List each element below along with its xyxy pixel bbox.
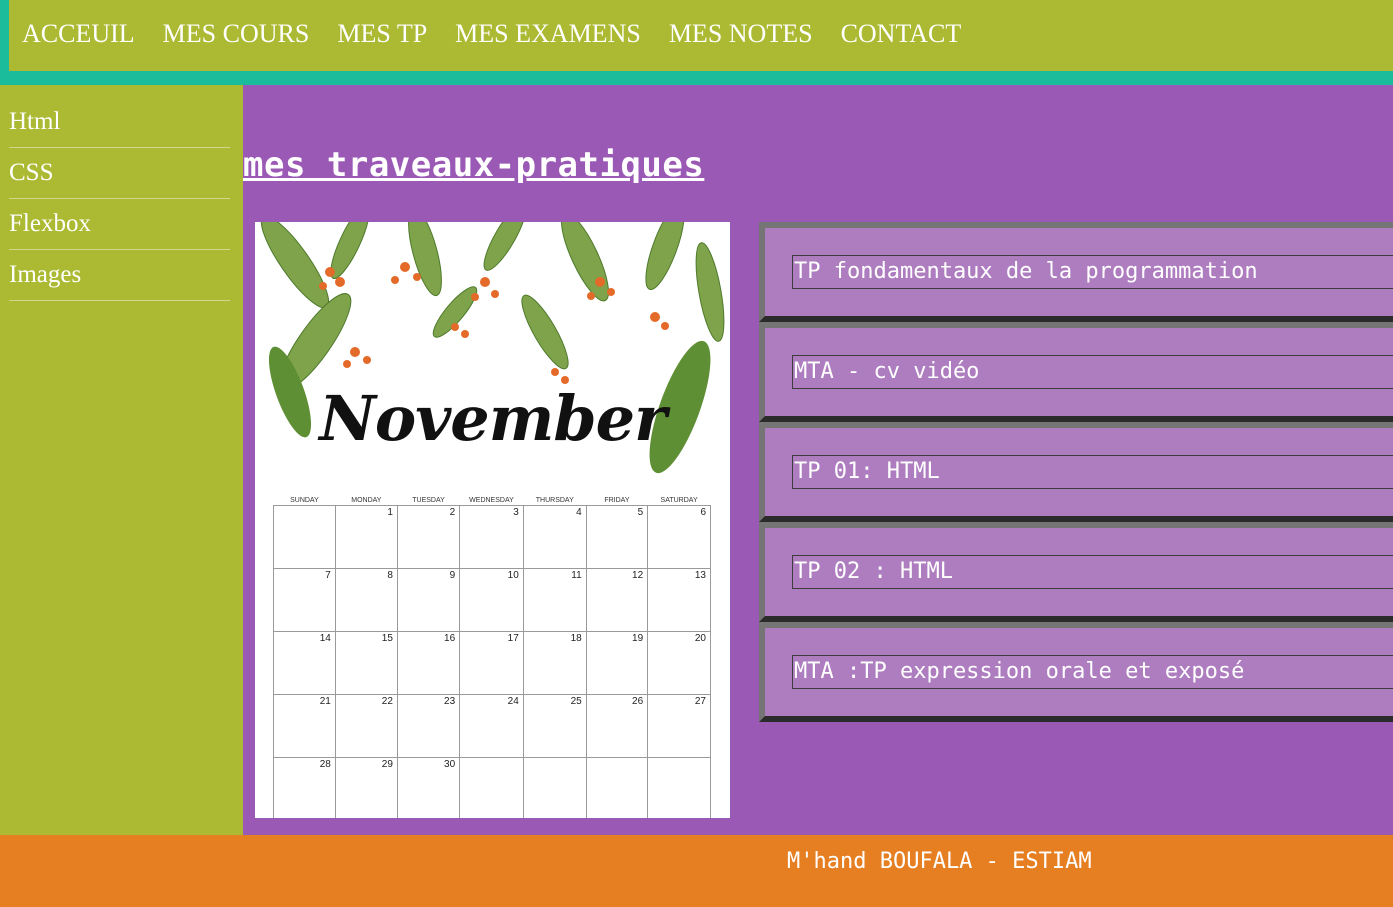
- calendar-day-cell: 28: [273, 757, 336, 818]
- weekday-label: TUESDAY: [412, 497, 445, 504]
- weekday-label: FRIDAY: [604, 497, 630, 504]
- calendar-weeks: 1 2 3 4 5 6 7 8 9 10 11 12 13 14 15 16 17 18 19 20 21 22 23 24 2…: [273, 505, 711, 818]
- nav-item-mes-notes[interactable]: MES NOTES: [669, 0, 813, 67]
- sidebar-item-flexbox[interactable]: Flexbox: [9, 199, 230, 250]
- calendar-day-cell: [585, 757, 649, 818]
- calendar-day-cell: 18: [522, 631, 587, 695]
- weekday-label: WEDNESDAY: [469, 497, 514, 504]
- tp-link-tp01-html[interactable]: TP 01: HTML: [792, 455, 1393, 489]
- nav-menu: ACCEUIL MES COURS MES TP MES EXAMENS MES…: [9, 0, 1393, 67]
- calendar-day-cell: 15: [334, 631, 398, 695]
- weekday-label: SATURDAY: [660, 497, 698, 504]
- calendar-day-cell: 30: [396, 757, 461, 818]
- calendar-day-cell: 8: [334, 568, 398, 632]
- calendar-day-cell: 7: [273, 568, 336, 632]
- calendar-day-cell: 5: [585, 505, 649, 569]
- nav-item-mes-tp[interactable]: MES TP: [337, 0, 427, 67]
- calendar-day-cell: [647, 757, 711, 818]
- calendar-image: November SUNDAY MONDAY TUESDAY WEDNESDAY…: [255, 222, 730, 818]
- calendar-month: November: [319, 382, 667, 455]
- tp-card: TP fondamentaux de la programmation: [759, 222, 1393, 322]
- calendar-week-row: 28 29 30: [273, 757, 711, 818]
- calendar-week-row: 7 8 9 10 11 12 13: [273, 568, 711, 632]
- calendar-day-cell: 29: [334, 757, 398, 818]
- calendar-day-cell: 25: [522, 694, 587, 758]
- nav-item-acceuil[interactable]: ACCEUIL: [22, 0, 135, 67]
- top-navigation-bar: ACCEUIL MES COURS MES TP MES EXAMENS MES…: [9, 0, 1393, 71]
- calendar-day-cell: 27: [647, 694, 711, 758]
- tp-card: MTA :TP expression orale et exposé: [759, 622, 1393, 722]
- tp-link-cv-video[interactable]: MTA - cv vidéo: [792, 355, 1393, 389]
- tp-link-tp02-html[interactable]: TP 02 : HTML: [792, 555, 1393, 589]
- sidebar-item-css[interactable]: CSS: [9, 148, 230, 199]
- calendar-day-cell: 17: [459, 631, 524, 695]
- calendar-day-cell: 22: [334, 694, 398, 758]
- calendar-day-cell: 3: [459, 505, 524, 569]
- calendar-day-cell: 12: [585, 568, 649, 632]
- tp-card: TP 01: HTML: [759, 422, 1393, 522]
- page-title: mes traveaux-pratiques: [243, 145, 705, 185]
- calendar-day-cell: 11: [522, 568, 587, 632]
- nav-item-mes-cours[interactable]: MES COURS: [163, 0, 310, 67]
- tp-card: MTA - cv vidéo: [759, 322, 1393, 422]
- tp-link-expression-orale[interactable]: MTA :TP expression orale et exposé: [792, 655, 1393, 689]
- footer: M'hand BOUFALA - ESTIAM: [0, 835, 1393, 907]
- calendar-day-cell: 10: [459, 568, 524, 632]
- calendar-day-cell: 24: [459, 694, 524, 758]
- calendar-day-cell: [522, 757, 587, 818]
- tp-card: TP 02 : HTML: [759, 522, 1393, 622]
- calendar-day-cell: 4: [522, 505, 587, 569]
- calendar-day-cell: 23: [396, 694, 461, 758]
- calendar-day-cell: [459, 757, 524, 818]
- calendar-day-cell: 26: [585, 694, 649, 758]
- calendar-week-row: 21 22 23 24 25 26 27: [273, 694, 711, 758]
- calendar-day-cell: [273, 505, 336, 569]
- calendar-day-cell: 9: [396, 568, 461, 632]
- tp-list: TP fondamentaux de la programmation MTA …: [759, 222, 1393, 722]
- calendar-day-cell: 21: [273, 694, 336, 758]
- calendar-day-cell: 13: [647, 568, 711, 632]
- calendar-day-cell: 2: [396, 505, 461, 569]
- calendar-day-cell: 14: [273, 631, 336, 695]
- sidebar-item-images[interactable]: Images: [9, 250, 230, 301]
- calendar-week-row: 14 15 16 17 18 19 20: [273, 631, 711, 695]
- calendar-day-cell: 19: [585, 631, 649, 695]
- calendar-day-cell: 1: [334, 505, 398, 569]
- sidebar: Html CSS Flexbox Images: [0, 85, 243, 835]
- nav-item-mes-examens[interactable]: MES EXAMENS: [455, 0, 641, 67]
- footer-credit: M'hand BOUFALA - ESTIAM: [787, 849, 1092, 874]
- tp-link-fondamentaux[interactable]: TP fondamentaux de la programmation: [792, 255, 1393, 289]
- calendar-day-cell: 20: [647, 631, 711, 695]
- weekday-label: MONDAY: [351, 497, 382, 504]
- weekday-row: SUNDAY MONDAY TUESDAY WEDNESDAY THURSDAY…: [274, 496, 711, 506]
- nav-item-contact[interactable]: CONTACT: [841, 0, 962, 67]
- calendar-day-cell: 6: [647, 505, 711, 569]
- weekday-label: SUNDAY: [290, 497, 319, 504]
- sidebar-menu: Html CSS Flexbox Images: [0, 85, 243, 301]
- sidebar-item-html[interactable]: Html: [9, 97, 230, 148]
- calendar-day-cell: 16: [396, 631, 461, 695]
- top-navigation: ACCEUIL MES COURS MES TP MES EXAMENS MES…: [0, 0, 1393, 85]
- calendar-grid: SUNDAY MONDAY TUESDAY WEDNESDAY THURSDAY…: [273, 496, 711, 818]
- weekday-label: THURSDAY: [535, 497, 574, 504]
- floral-decoration: [260, 222, 725, 474]
- calendar-week-row: 123456: [273, 505, 711, 569]
